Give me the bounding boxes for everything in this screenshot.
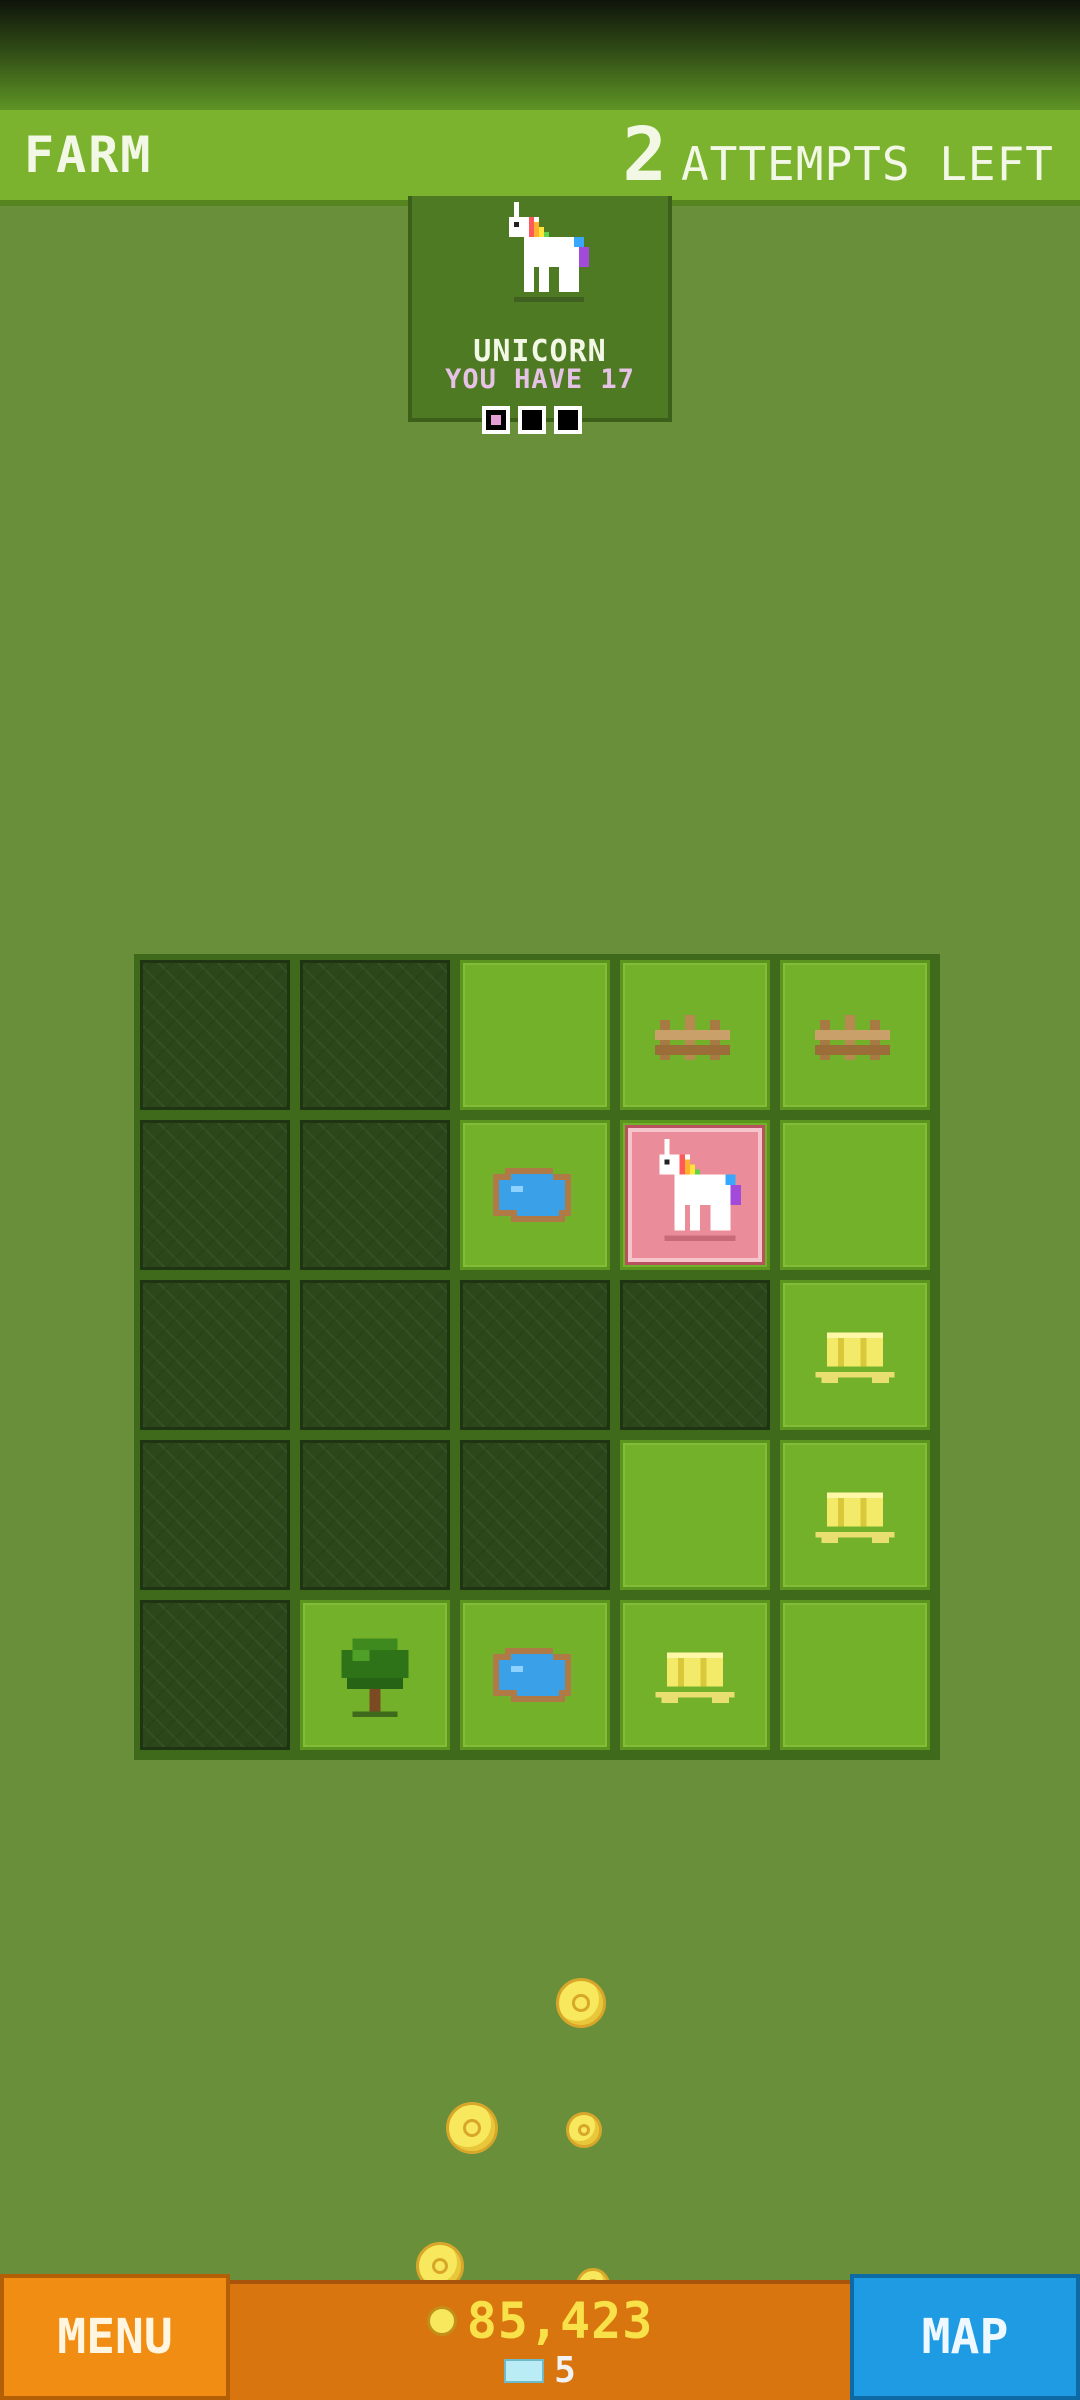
- tree-icon: [341, 1638, 409, 1717]
- board-tile-pond[interactable]: [460, 1120, 610, 1270]
- board-tile-grass[interactable]: [460, 960, 610, 1110]
- board-tile-hay[interactable]: [780, 1280, 930, 1430]
- flying-coin: [556, 1978, 606, 2028]
- attempts-label: ATTEMPTS LEFT: [680, 137, 1054, 191]
- board-tile-hidden[interactable]: [300, 1440, 450, 1590]
- board-tile-hidden[interactable]: [620, 1280, 770, 1430]
- attempts-count: 2: [622, 112, 667, 198]
- flying-coin: [566, 2112, 602, 2148]
- status-bar-area: [0, 0, 1080, 110]
- page-title: FARM: [24, 126, 153, 184]
- header-bar: FARM 2 ATTEMPTS LEFT: [0, 110, 1080, 206]
- board-tile-hidden[interactable]: [300, 1120, 450, 1270]
- unicorn-icon: [509, 202, 589, 302]
- fence-icon: [815, 1015, 890, 1060]
- found-animal-highlight: [628, 1128, 762, 1262]
- board-tile-hay[interactable]: [780, 1440, 930, 1590]
- coin-icon: [426, 2306, 457, 2336]
- board-tile-fence[interactable]: [780, 960, 930, 1110]
- pond-icon: [493, 1168, 571, 1222]
- board-tile-hidden[interactable]: [460, 1440, 610, 1590]
- progress-dot-empty: [518, 406, 546, 434]
- unicorn-icon: [659, 1139, 741, 1241]
- animal-card: UNICORN YOU HAVE 17: [408, 196, 672, 422]
- hay-icon: [815, 1492, 895, 1544]
- board-tile-hidden[interactable]: [140, 1600, 290, 1750]
- gem-amount: 5: [554, 2350, 576, 2391]
- board-tile-hidden[interactable]: [460, 1280, 610, 1430]
- owned-count: YOU HAVE 17: [445, 364, 635, 395]
- board-tile-hay[interactable]: [620, 1600, 770, 1750]
- pond-icon: [493, 1648, 571, 1702]
- progress-dot-empty: [554, 406, 582, 434]
- board-tile-unicorn[interactable]: [620, 1120, 770, 1270]
- board-tile-hidden[interactable]: [140, 1120, 290, 1270]
- board-tile-hidden[interactable]: [300, 960, 450, 1110]
- fence-icon: [655, 1015, 730, 1060]
- board-tile-hidden[interactable]: [140, 1440, 290, 1590]
- coin-balance: 85,423: [230, 2292, 850, 2350]
- board-tile-hidden[interactable]: [140, 1280, 290, 1430]
- coin-amount: 85,423: [466, 2292, 654, 2350]
- board-tile-hidden[interactable]: [300, 1280, 450, 1430]
- bottom-bar: MENU 85,423 5 MAP: [0, 2274, 1080, 2400]
- board-tile-hidden[interactable]: [140, 960, 290, 1110]
- game-board: [134, 954, 940, 1760]
- gem-icon: [504, 2358, 545, 2383]
- menu-button[interactable]: MENU: [0, 2274, 230, 2400]
- board-tile-grass[interactable]: [780, 1600, 930, 1750]
- flying-coin: [446, 2102, 498, 2154]
- progress-dot-filled: [482, 406, 510, 434]
- board-tile-fence[interactable]: [620, 960, 770, 1110]
- currency-panel: 85,423 5: [230, 2280, 850, 2400]
- board-tile-grass[interactable]: [780, 1120, 930, 1270]
- board-tile-grass[interactable]: [620, 1440, 770, 1590]
- collection-progress: [482, 406, 582, 434]
- board-tile-tree[interactable]: [300, 1600, 450, 1750]
- hay-icon: [655, 1652, 735, 1704]
- gem-balance: 5: [230, 2350, 850, 2391]
- attempts-counter: 2 ATTEMPTS LEFT: [622, 118, 1054, 192]
- hay-icon: [815, 1332, 895, 1384]
- map-button[interactable]: MAP: [850, 2274, 1080, 2400]
- board-tile-pond[interactable]: [460, 1600, 610, 1750]
